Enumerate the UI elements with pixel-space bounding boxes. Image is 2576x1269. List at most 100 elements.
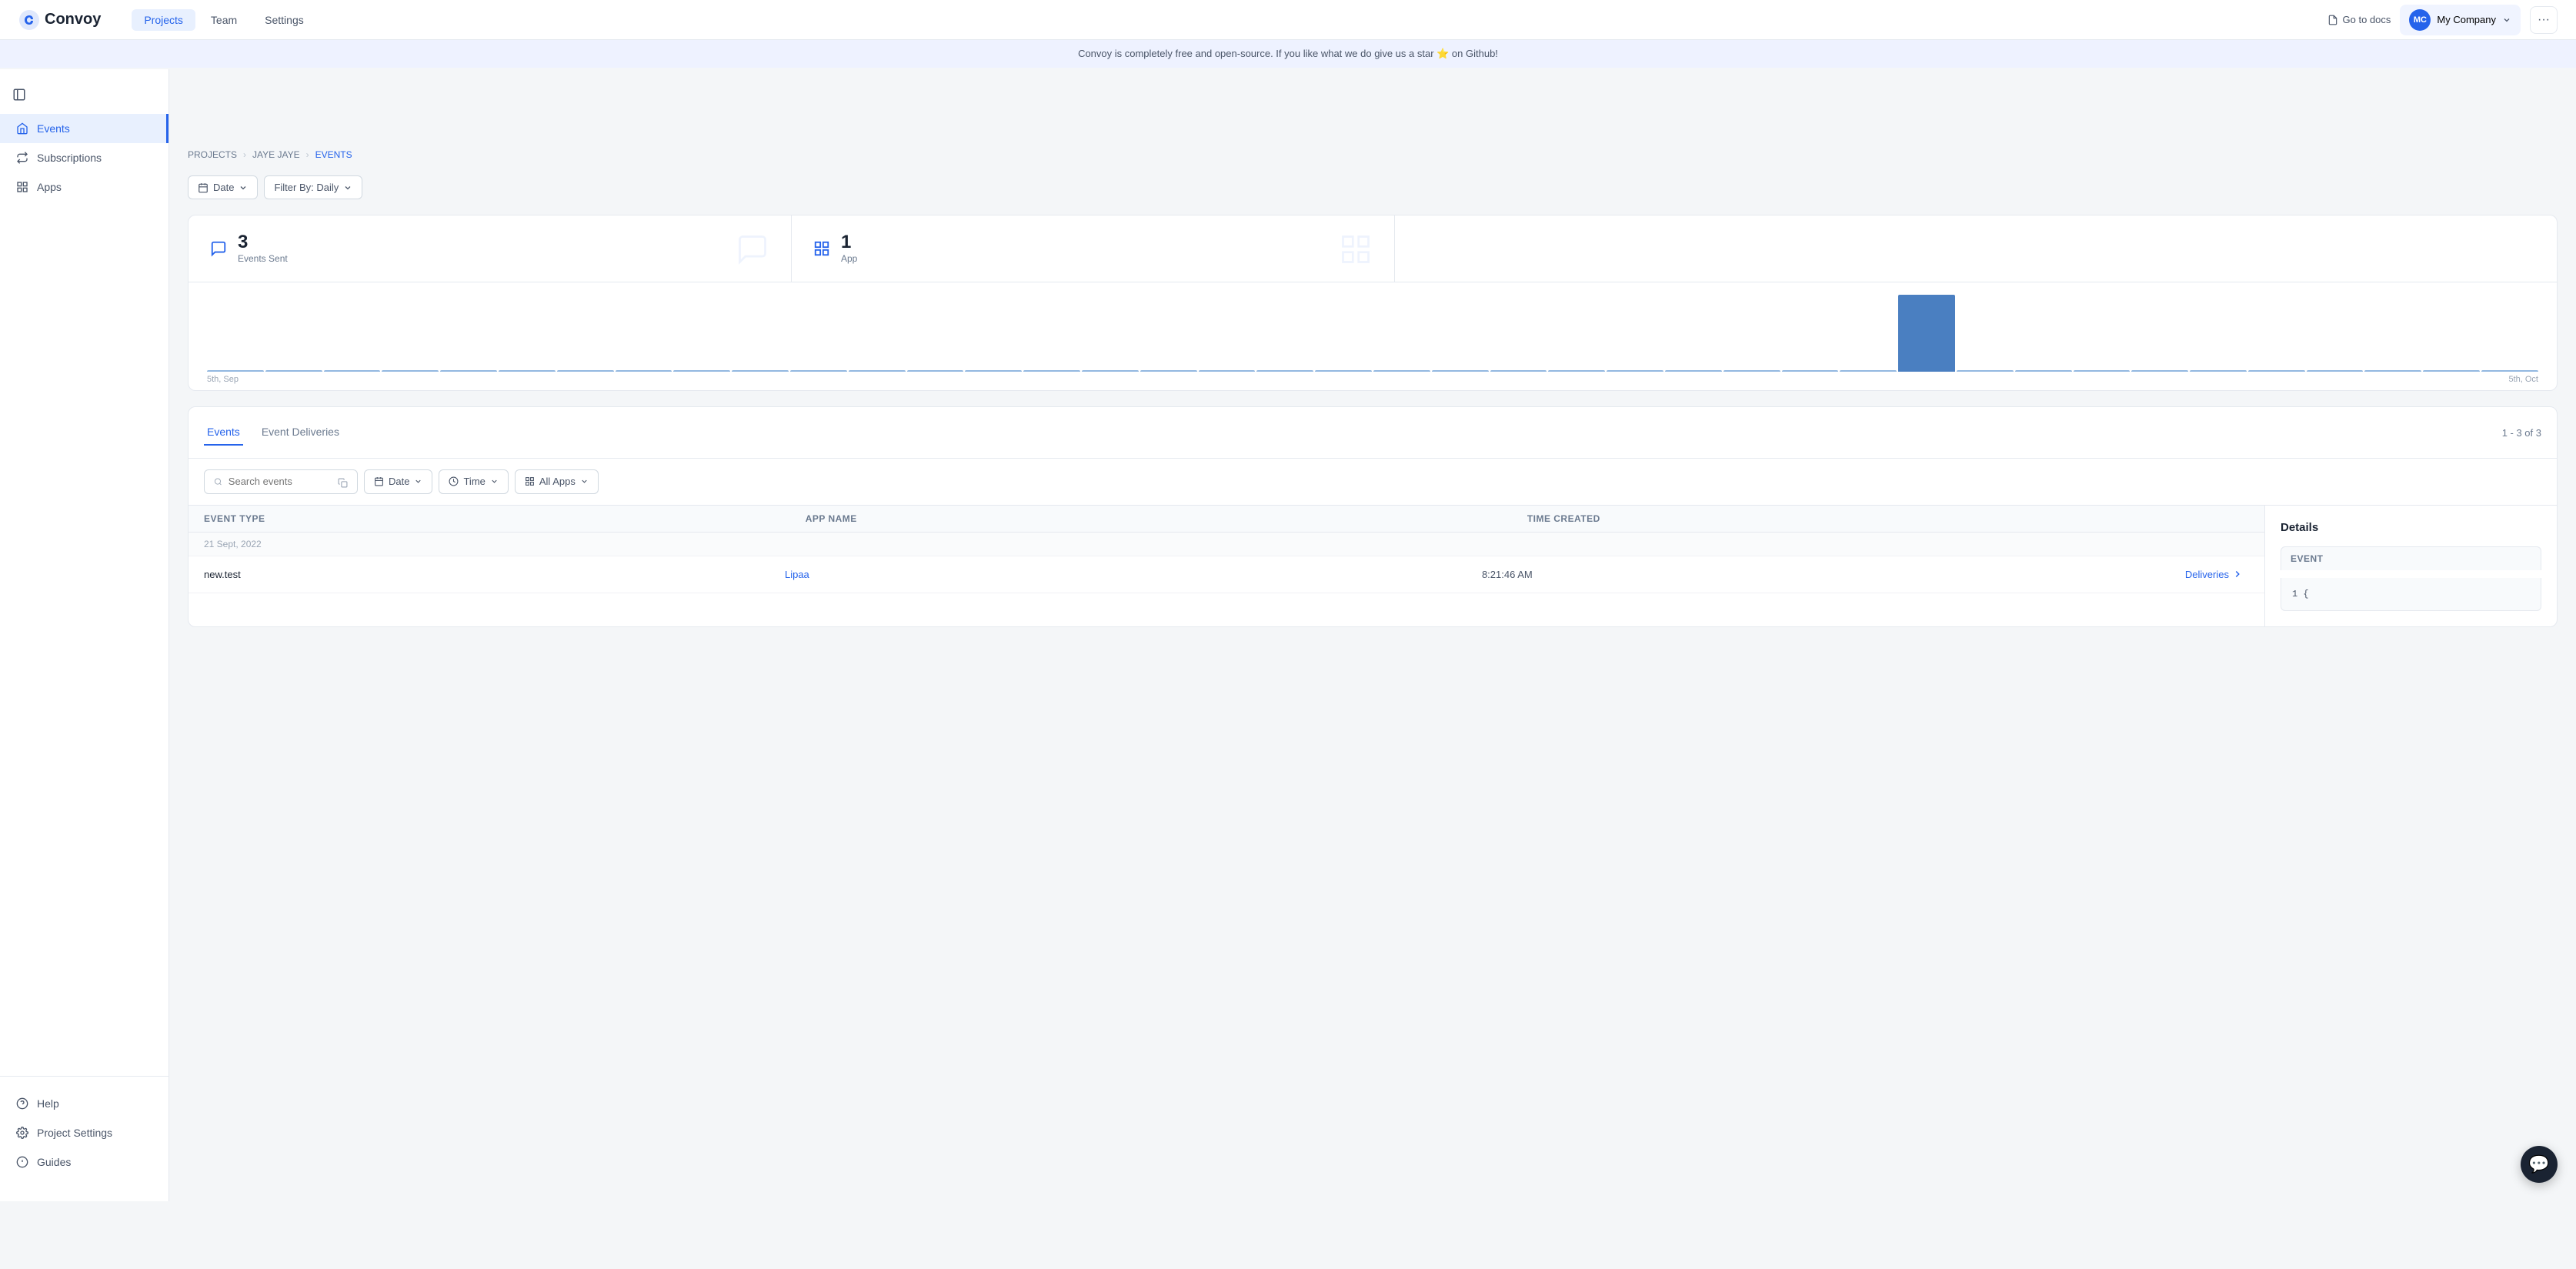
filter-by-button[interactable]: Filter By: Daily <box>264 175 362 199</box>
stats-row: 3 Events Sent 1 App <box>189 215 2557 282</box>
sidebar-item-project-settings[interactable]: Project Settings <box>0 1118 169 1147</box>
chart-bar <box>2131 370 2188 372</box>
events-list: Event Type App Name Time Created 21 Sept… <box>189 506 2264 626</box>
date-filter-label: Date <box>213 182 234 193</box>
sidebar-item-subscriptions[interactable]: Subscriptions <box>0 143 169 172</box>
details-content: 1 { <box>2281 578 2541 611</box>
logo[interactable]: Convoy <box>18 9 101 31</box>
search-input[interactable] <box>229 476 332 487</box>
col-app-name: App Name <box>806 513 1527 524</box>
time-cell: 8:21:46 AM <box>1482 569 2179 580</box>
nav-links: Projects Team Settings <box>132 9 2327 31</box>
chart-area: 5th, Sep 5th, Oct <box>189 282 2557 390</box>
chart-bar <box>324 370 381 372</box>
sidebar-item-apps[interactable]: Apps <box>0 172 169 202</box>
docs-icon <box>2327 15 2338 25</box>
chart-bar <box>1199 370 1256 372</box>
logo-text: Convoy <box>45 11 101 28</box>
chart-bar <box>382 370 439 372</box>
sidebar-item-help-label: Help <box>37 1097 59 1110</box>
app-label: App <box>841 253 857 264</box>
app-icon <box>813 240 830 258</box>
announcement-banner: Convoy is completely free and open-sourc… <box>0 40 2576 68</box>
content-row: Event Type App Name Time Created 21 Sept… <box>189 506 2557 626</box>
search-input-wrapper[interactable] <box>204 469 358 493</box>
chart-bar <box>1432 370 1489 372</box>
sidebar-item-guides[interactable]: Guides <box>0 1147 169 1177</box>
chart-bars <box>207 295 2538 372</box>
chart-bar <box>440 370 497 372</box>
chevron-down-icon <box>239 183 248 192</box>
go-to-docs-link[interactable]: Go to docs <box>2327 14 2391 25</box>
repeat-icon <box>15 151 29 165</box>
company-dropdown[interactable]: MC My Company <box>2400 5 2521 35</box>
more-options-button[interactable]: ··· <box>2530 6 2558 34</box>
chart-bar <box>732 370 789 372</box>
search-icon <box>214 476 222 487</box>
pagination-info: 1 - 3 of 3 <box>2502 427 2541 439</box>
date-filter-button[interactable]: Date <box>188 175 258 199</box>
chat-icon: 💬 <box>2528 1154 2549 1174</box>
sidebar-toggle[interactable] <box>0 82 169 108</box>
chart-bar <box>849 370 906 372</box>
clock-icon <box>449 476 459 486</box>
table-row[interactable]: new.test Lipaa 8:21:46 AM Deliveries <box>189 556 2264 593</box>
tab-event-deliveries[interactable]: Event Deliveries <box>259 419 342 446</box>
app-value: 1 <box>841 233 857 252</box>
chevron-right-icon <box>2232 569 2243 579</box>
chart-bar <box>2307 370 2364 372</box>
breadcrumb: PROJECTS › JAYE JAYE › EVENTS <box>188 149 2558 160</box>
breadcrumb-projects[interactable]: PROJECTS <box>188 149 237 160</box>
info-icon <box>15 1155 29 1169</box>
copy-icon[interactable] <box>338 476 348 487</box>
nav-team[interactable]: Team <box>199 9 249 31</box>
chevron-down-icon-4 <box>490 477 499 486</box>
grid-icon <box>15 180 29 194</box>
breadcrumb-current: EVENTS <box>315 149 352 160</box>
main-content: PROJECTS › JAYE JAYE › EVENTS Date Filte… <box>169 137 2576 1269</box>
date-filter-btn[interactable]: Date <box>364 469 432 493</box>
stat-app: 1 App <box>792 215 1395 282</box>
nav-projects[interactable]: Projects <box>132 9 195 31</box>
sidebar-item-help[interactable]: Help <box>0 1089 169 1118</box>
breadcrumb-sep-2: › <box>306 149 309 160</box>
company-name: My Company <box>2437 14 2496 25</box>
breadcrumb-project-name[interactable]: JAYE JAYE <box>252 149 300 160</box>
deliveries-label: Deliveries <box>2185 569 2229 580</box>
chart-bar <box>1723 370 1780 372</box>
sidebar-nav: Events Subscriptions Apps <box>0 108 169 1076</box>
stat-events-sent: 3 Events Sent <box>189 215 792 282</box>
table-date-filter-label: Date <box>389 476 409 487</box>
nav-right-actions: Go to docs MC My Company ··· <box>2327 5 2558 35</box>
tab-events[interactable]: Events <box>204 419 243 446</box>
chart-bar <box>2364 370 2421 372</box>
table-header: Event Type App Name Time Created <box>189 506 2264 533</box>
calendar-icon-2 <box>374 476 384 486</box>
chart-bar <box>1256 370 1313 372</box>
chart-bar <box>499 370 556 372</box>
event-type-cell: new.test <box>204 569 785 580</box>
time-filter-btn[interactable]: Time <box>439 469 508 493</box>
filter-by-label: Filter By: Daily <box>274 182 339 193</box>
app-name-link[interactable]: Lipaa <box>785 569 809 580</box>
avatar: MC <box>2409 9 2431 31</box>
chart-bar <box>1840 370 1897 372</box>
calendar-icon <box>198 182 209 193</box>
chart-bar <box>1607 370 1663 372</box>
sidebar-item-events[interactable]: Events <box>0 114 169 143</box>
deliveries-button[interactable]: Deliveries <box>2179 566 2249 583</box>
chat-widget-button[interactable]: 💬 <box>2521 1146 2558 1183</box>
chart-bar <box>1373 370 1430 372</box>
events-area: Events Event Deliveries 1 - 3 of 3 Date <box>188 406 2558 626</box>
chart-bar <box>1082 370 1139 372</box>
stats-card: 3 Events Sent 1 App <box>188 215 2558 391</box>
all-apps-filter-btn[interactable]: All Apps <box>515 469 599 493</box>
chart-bar <box>2423 370 2480 372</box>
chart-bar <box>2248 370 2305 372</box>
chart-bar <box>1782 370 1839 372</box>
chart-bar <box>2190 370 2247 372</box>
nav-settings[interactable]: Settings <box>252 9 316 31</box>
col-time-created: Time Created <box>1527 513 2249 524</box>
chart-bar <box>1023 370 1080 372</box>
details-panel: Details Event 1 { <box>2264 506 2557 626</box>
